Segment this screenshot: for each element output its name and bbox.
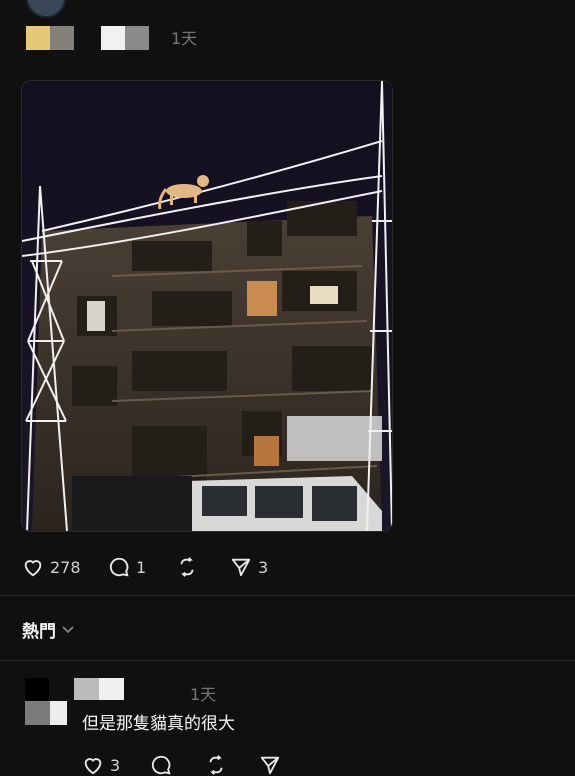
reply-text: 但是那隻貓真的很大 [82, 714, 235, 734]
reply-like-count: 3 [110, 755, 121, 775]
reply-author-redacted[interactable] [74, 678, 124, 700]
comment-button[interactable]: 1 [108, 556, 146, 578]
divider [0, 660, 575, 661]
sort-label: 熱門 [22, 622, 56, 642]
like-count: 278 [50, 557, 81, 577]
reply-share-button[interactable] [259, 754, 281, 776]
author-name-redacted[interactable] [26, 26, 74, 50]
send-icon [230, 556, 252, 578]
like-button[interactable]: 278 [22, 556, 81, 578]
share-button[interactable]: 3 [230, 556, 268, 578]
post-timestamp: 1天 [171, 29, 198, 48]
reply-like-button[interactable]: 3 [82, 754, 120, 776]
divider [0, 595, 575, 596]
reply-timestamp: 1天 [190, 685, 217, 704]
reply-avatar[interactable] [25, 678, 49, 702]
reply-repost-button[interactable] [205, 754, 227, 776]
send-icon [259, 754, 281, 776]
reply-comment-button[interactable] [150, 754, 172, 776]
chevron-down-icon [62, 623, 74, 637]
night-building-cat-image [22, 81, 392, 531]
comment-icon [108, 556, 130, 578]
author-avatar[interactable] [26, 0, 66, 18]
comment-count: 1 [136, 557, 147, 577]
repost-icon [176, 556, 198, 578]
repost-icon [205, 754, 227, 776]
repost-button[interactable] [176, 556, 198, 578]
sort-dropdown[interactable]: 熱門 [22, 617, 74, 642]
reply-avatar-overlay [25, 701, 67, 725]
comment-icon [150, 754, 172, 776]
post-video[interactable] [21, 80, 393, 532]
heart-icon [82, 754, 104, 776]
heart-icon [22, 556, 44, 578]
author-handle-redacted [101, 26, 149, 50]
share-count: 3 [258, 557, 269, 577]
